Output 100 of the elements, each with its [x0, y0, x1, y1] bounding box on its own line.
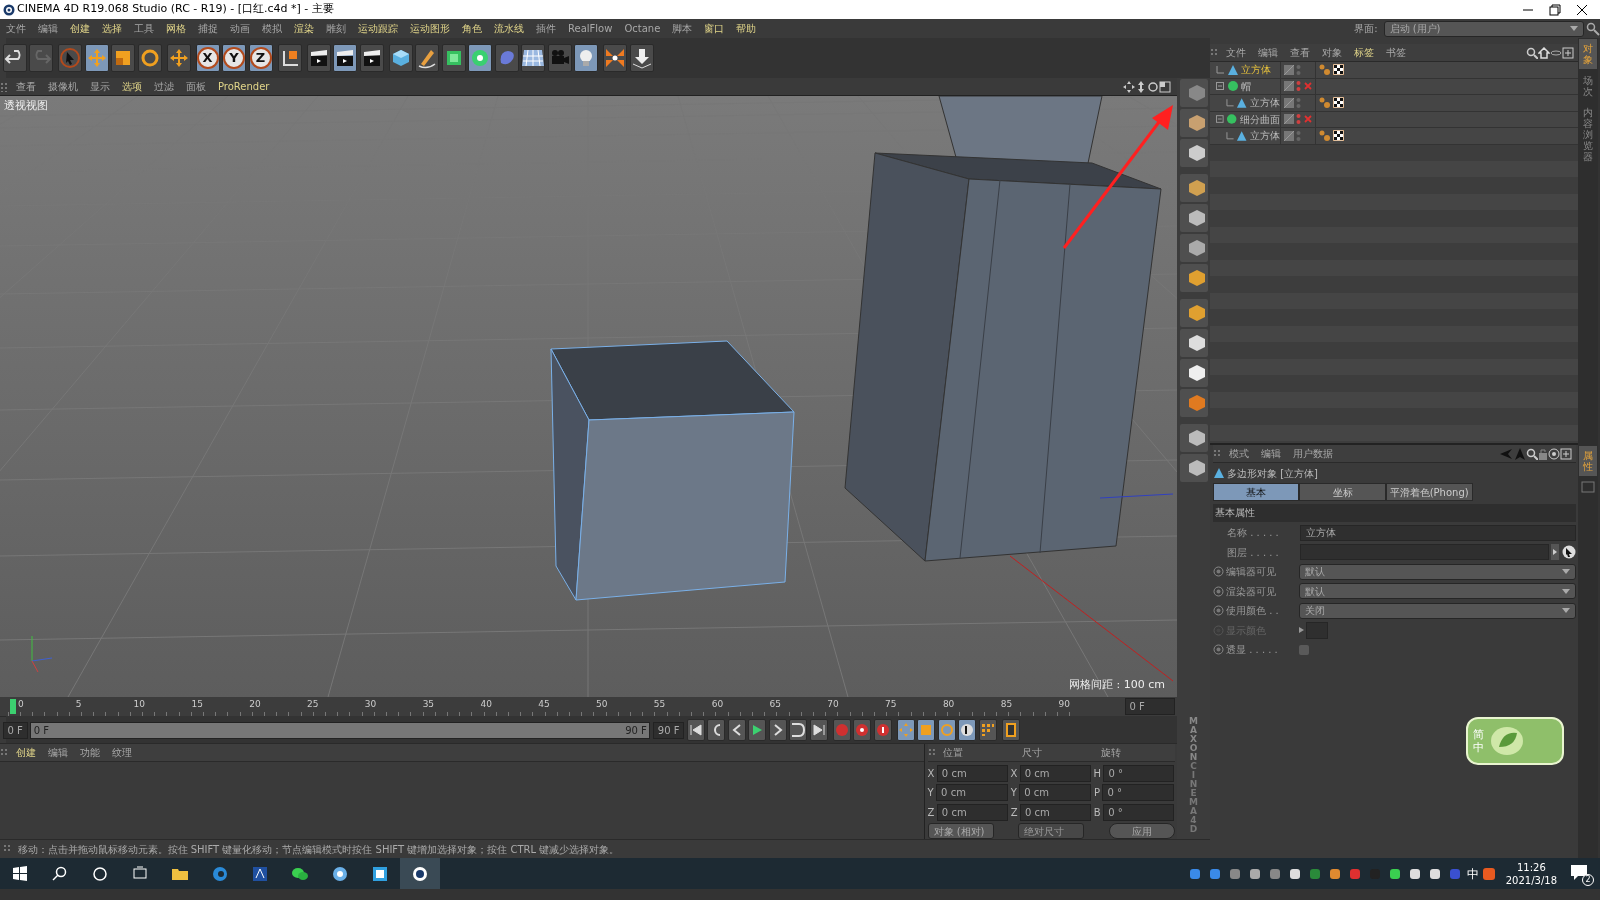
menu-item[interactable]: 窗口: [698, 21, 731, 36]
apply-button[interactable]: 应用: [1108, 823, 1175, 839]
coordinate-field[interactable]: 0 cm: [1019, 764, 1091, 782]
tick-label: 15: [191, 698, 203, 711]
menu-item[interactable]: 流水线: [488, 21, 530, 36]
menu-item[interactable]: 运动图形: [404, 21, 456, 36]
menu-item[interactable]: 摄像机: [42, 79, 84, 94]
coordinate-field[interactable]: 0 cm: [936, 784, 1009, 801]
menu-item[interactable]: 插件: [530, 21, 562, 36]
menu-item[interactable]: 角色: [456, 21, 488, 36]
menu-item[interactable]: 编辑: [42, 745, 74, 760]
menu-item[interactable]: 查看: [1284, 45, 1316, 60]
menu-item[interactable]: 帮助: [730, 21, 763, 36]
menu-item[interactable]: 模拟: [256, 21, 288, 36]
menu-item[interactable]: 编辑: [1254, 446, 1287, 461]
coordinate-field[interactable]: 0 cm: [936, 764, 1008, 782]
mode-dropdown[interactable]: 对象 (相对): [927, 823, 994, 839]
menu-item[interactable]: 用户数据: [1286, 446, 1339, 461]
side-tab[interactable]: 场次: [1579, 71, 1597, 101]
axis-label: Y: [927, 786, 934, 800]
coordinate-field[interactable]: 0 cm: [1020, 803, 1092, 821]
menu-item[interactable]: 文件: [1220, 45, 1252, 60]
name-field[interactable]: 立方体: [1299, 524, 1576, 541]
menu-item[interactable]: 创建: [10, 745, 42, 760]
tick-label: 65: [769, 698, 781, 711]
coordinate-field[interactable]: 0 °: [1103, 803, 1175, 821]
menu-item[interactable]: 捕捉: [192, 21, 224, 36]
object-name[interactable]: 立方体: [1250, 128, 1280, 144]
menu-item[interactable]: 工具: [128, 21, 160, 36]
tick-label: 70: [827, 698, 839, 711]
menu-item[interactable]: 创建: [64, 21, 96, 36]
current-frame-field[interactable]: 0 F: [1124, 698, 1175, 715]
field-label: 图层 . . . . .: [1227, 545, 1280, 560]
object-name[interactable]: 立方体: [1241, 62, 1271, 78]
tick-label: 40: [480, 698, 492, 711]
ime-indicator[interactable]: 中: [1464, 864, 1482, 883]
menu-item[interactable]: RealFlow: [562, 21, 619, 36]
layout-dropdown[interactable]: 启动 (用户): [1383, 20, 1584, 37]
menu-item[interactable]: 雕刻: [320, 21, 352, 36]
menu-item[interactable]: 模式: [1222, 446, 1255, 461]
menu-item[interactable]: 渲染: [288, 21, 320, 36]
menu-item[interactable]: 标签: [1348, 45, 1380, 60]
tab[interactable]: 基本: [1212, 483, 1300, 501]
menu-item[interactable]: 查看: [10, 79, 42, 94]
axis-label: P: [1093, 786, 1100, 800]
coordinate-field[interactable]: 0 cm: [1019, 784, 1092, 801]
ime-language-text: 中: [1473, 741, 1484, 755]
brand-text: MAXON: [1189, 717, 1198, 762]
tick-label: 0: [18, 698, 24, 711]
column-header: 位置: [942, 746, 965, 760]
menu-item[interactable]: 运动跟踪: [352, 21, 404, 36]
side-tab[interactable]: 属性: [1579, 446, 1597, 476]
menu-item[interactable]: 编辑: [32, 21, 64, 36]
object-name[interactable]: 立方体: [1250, 95, 1280, 111]
menu-item[interactable]: 动画: [224, 21, 256, 36]
notification-button[interactable]: 2: [1567, 860, 1595, 887]
side-tab[interactable]: 对象: [1579, 39, 1597, 69]
frame-range-slider[interactable]: 0 F 90 F: [31, 722, 650, 738]
tick-label: 75: [885, 698, 897, 711]
menu-item[interactable]: 编辑: [1252, 45, 1284, 60]
menu-item[interactable]: 选择: [96, 21, 128, 36]
coordinate-field[interactable]: 0 °: [1103, 764, 1175, 782]
menu-item[interactable]: 对象: [1316, 45, 1348, 60]
object-name[interactable]: 细分曲面: [1240, 111, 1280, 127]
menu-item[interactable]: 选项: [116, 79, 148, 94]
tick-label: 55: [653, 698, 666, 711]
field-label: 透显 . . . . .: [1226, 643, 1279, 657]
menu-item[interactable]: 文件: [0, 21, 32, 36]
ime-mode-text: 简: [1473, 727, 1484, 741]
menu-item[interactable]: ProRender: [212, 79, 276, 94]
axis-label: Z: [927, 805, 935, 820]
interface-label: 界面:: [1353, 22, 1379, 36]
menu-item[interactable]: 面板: [180, 79, 212, 94]
menu-item[interactable]: 脚本: [666, 21, 699, 36]
axis-lock-button[interactable]: Y: [222, 44, 246, 72]
menu-item[interactable]: 网格: [160, 21, 192, 36]
menu-item[interactable]: 过滤: [148, 79, 180, 94]
coordinate-field[interactable]: 0 cm: [936, 803, 1009, 821]
object-name[interactable]: 帽: [1241, 78, 1251, 94]
section-header: 基本属性: [1212, 503, 1576, 522]
side-tab[interactable]: 内容浏览器: [1579, 103, 1597, 166]
menu-item[interactable]: 功能: [74, 745, 106, 760]
axis-lock-button[interactable]: X: [195, 44, 220, 72]
axis-label: X: [1010, 766, 1018, 781]
size-mode-dropdown[interactable]: 绝对尺寸: [1018, 823, 1084, 839]
menu-item[interactable]: 书签: [1380, 45, 1412, 60]
start-frame-field[interactable]: 0 F: [2, 721, 28, 739]
tab[interactable]: 平滑着色(Phong): [1385, 483, 1473, 501]
dropdown[interactable]: 默认: [1298, 563, 1576, 580]
menu-item[interactable]: 纹理: [106, 745, 138, 760]
axis-lock-button[interactable]: Z: [248, 44, 273, 72]
tab[interactable]: 坐标: [1299, 483, 1386, 501]
tick-label: 30: [364, 698, 377, 711]
menu-item[interactable]: 显示: [84, 79, 116, 94]
coordinate-field[interactable]: 0 °: [1102, 784, 1175, 801]
dropdown[interactable]: 默认: [1298, 583, 1576, 599]
clock[interactable]: 11:26 2021/3/18: [1505, 860, 1557, 887]
menu-item[interactable]: Octane: [618, 21, 667, 36]
end-frame-field[interactable]: 90 F: [652, 721, 685, 739]
dropdown[interactable]: 关闭: [1298, 602, 1576, 619]
